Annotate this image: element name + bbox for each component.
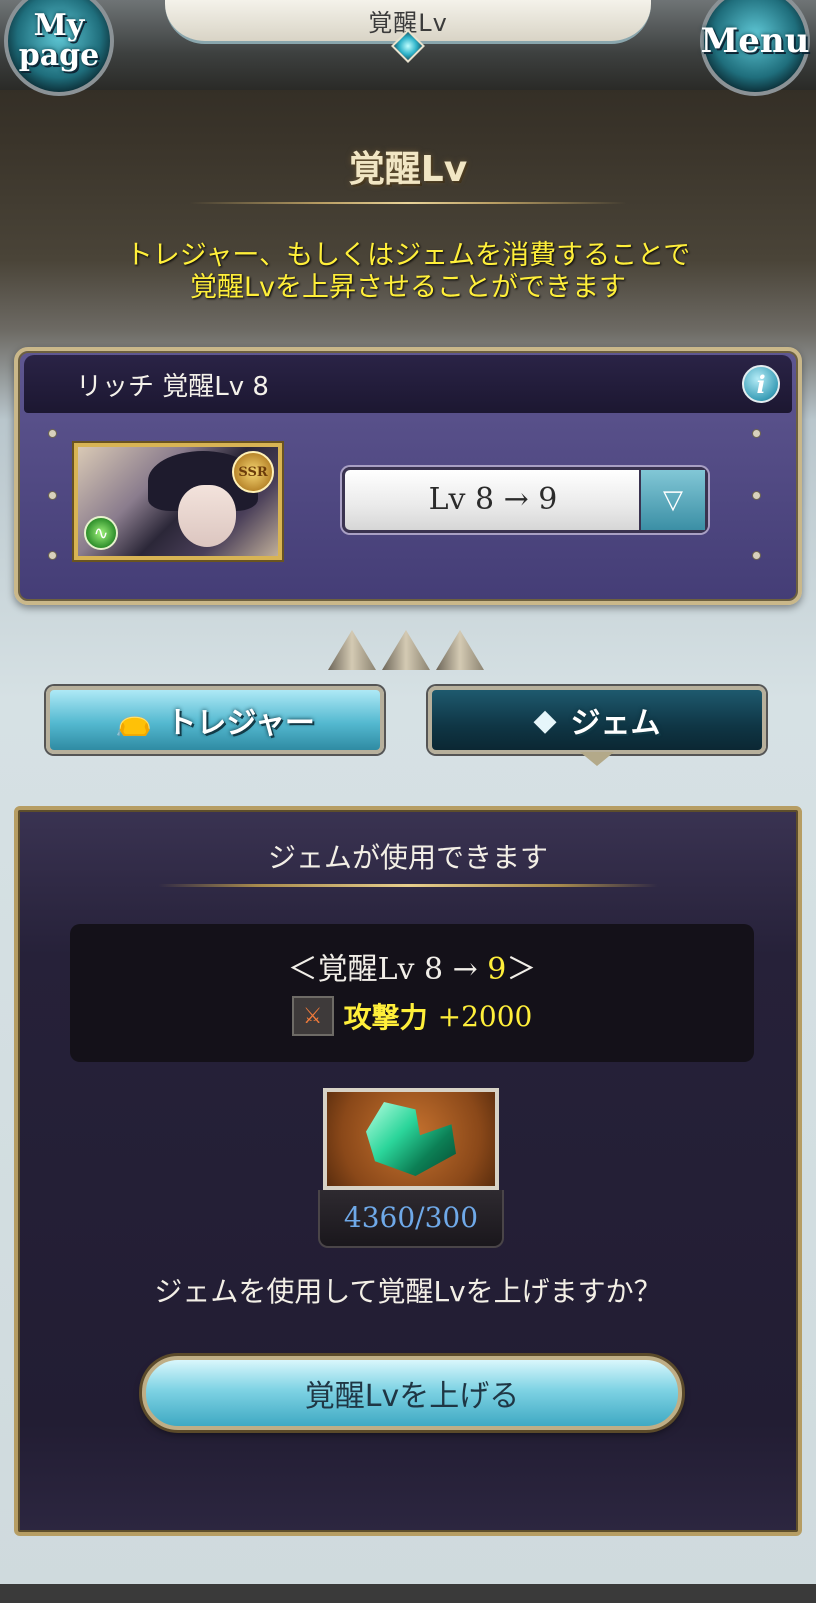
- upgrade-target-level: 9: [487, 952, 507, 987]
- gem-count: 4360/300: [318, 1190, 504, 1248]
- pyramid-icon: [328, 630, 376, 670]
- ssr-rarity-badge: SSR: [232, 451, 274, 493]
- attack-up-icon: ⚔: [291, 996, 334, 1036]
- treasure-bag-icon: 👝: [115, 702, 153, 738]
- character-panel: リッチ 覚醒Lv 8 i SSR ∿ Lv 8 → 9 ▽: [14, 347, 802, 605]
- character-name-label: リッチ 覚醒Lv 8: [76, 371, 269, 402]
- upgrade-info-box: ＜覚醒Lv 8 → 9＞ ⚔ 攻撃力 +2000: [70, 924, 754, 1062]
- portrait-face: [178, 485, 236, 547]
- heading-divider: [190, 202, 626, 204]
- rivet-decoration: [48, 551, 57, 560]
- gem-item-icon: [323, 1088, 499, 1190]
- upgrade-prefix: ＜覚醒Lv 8 →: [287, 952, 488, 987]
- confirm-question: ジェムを使用して覚醒Lvを上げますか？: [154, 1275, 662, 1308]
- raise-awakening-level-button[interactable]: 覚醒Lvを上げる: [142, 1356, 682, 1430]
- tab-gem-label: ジェム: [570, 706, 661, 741]
- character-portrait[interactable]: SSR ∿: [74, 443, 282, 560]
- page-description: トレジャー、もしくはジェムを消費することで 覚醒Lvを上昇させることができます: [125, 240, 691, 303]
- rivet-decoration: [752, 429, 761, 438]
- wind-element-icon: ∿: [84, 516, 118, 550]
- character-header: リッチ 覚醒Lv 8 i: [24, 355, 792, 413]
- rivet-decoration: [752, 551, 761, 560]
- upgrade-suffix: ＞: [506, 952, 537, 987]
- gem-panel: ジェムが使用できます ＜覚醒Lv 8 → 9＞ ⚔ 攻撃力 +2000 4360…: [14, 806, 802, 1536]
- confirm-button-label: 覚醒Lvを上げる: [304, 1379, 520, 1414]
- info-icon[interactable]: i: [742, 365, 780, 403]
- pyramid-icon: [382, 630, 430, 670]
- mypage-label: My page: [18, 8, 100, 73]
- rivet-decoration: [48, 429, 57, 438]
- upgrade-level-line: ＜覚醒Lv 8 → 9＞: [70, 944, 754, 988]
- page-heading: 覚醒Lv: [348, 149, 468, 190]
- bottom-strip: [0, 1584, 816, 1603]
- active-tab-marker: [580, 752, 614, 766]
- menu-button[interactable]: Menu: [700, 0, 810, 96]
- rivet-decoration: [752, 491, 761, 500]
- mypage-button[interactable]: My page: [4, 0, 114, 96]
- level-select-dropdown[interactable]: Lv 8 → 9 ▽: [342, 467, 708, 533]
- tab-gem[interactable]: ◆ ジェム: [428, 686, 766, 754]
- stat-bonus-row: ⚔ 攻撃力 +2000: [70, 996, 754, 1036]
- tab-treasure[interactable]: 👝 トレジャー: [46, 686, 384, 754]
- rivet-decoration: [48, 491, 57, 500]
- pyramid-decoration: [328, 630, 488, 670]
- stat-value: +2000: [437, 999, 533, 1033]
- gem-panel-title: ジェムが使用できます: [267, 841, 548, 874]
- menu-label: Menu: [700, 21, 810, 61]
- chevron-down-icon[interactable]: ▽: [639, 470, 705, 530]
- tab-treasure-label: トレジャー: [166, 706, 315, 741]
- top-bar: 覚醒Lv My page Menu: [0, 0, 816, 96]
- gem-panel-divider: [158, 884, 658, 887]
- gem-crystal-icon: [366, 1102, 456, 1176]
- pyramid-icon: [436, 630, 484, 670]
- stat-label: 攻撃力: [343, 1001, 428, 1034]
- crystal-icon: ◆: [533, 702, 557, 738]
- level-select-value: Lv 8 → 9: [428, 482, 558, 517]
